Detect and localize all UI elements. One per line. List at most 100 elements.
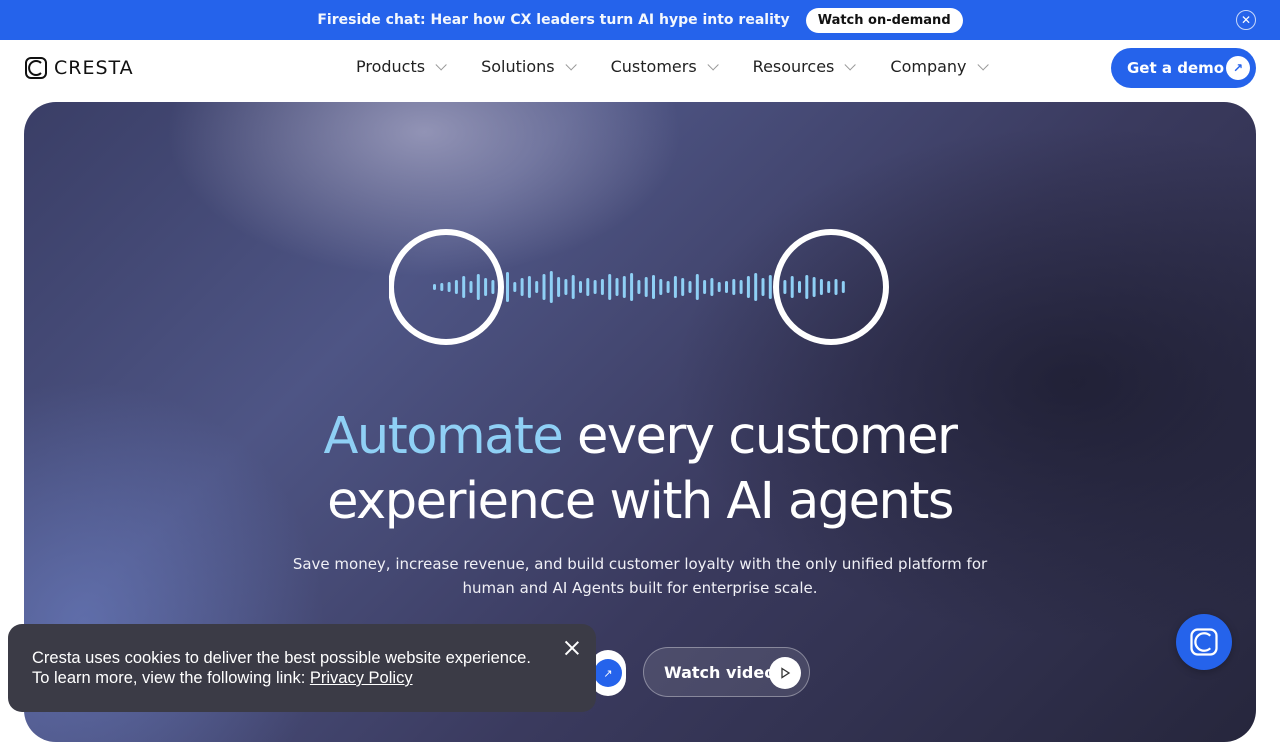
menu-item-customers[interactable]: Customers (610, 57, 719, 76)
waveform-bar (484, 278, 488, 296)
waveform-bar (586, 278, 590, 296)
chevron-down-icon (435, 58, 447, 71)
waveform-bar (542, 274, 546, 300)
waveform-bar (841, 281, 845, 293)
menu-item-solutions[interactable]: Solutions (481, 57, 577, 76)
waveform-bar (630, 273, 634, 301)
waveform-bar (593, 280, 597, 294)
menu-label: Customers (610, 57, 697, 76)
waveform-bar (805, 275, 809, 299)
menu-item-resources[interactable]: Resources (752, 57, 857, 76)
chevron-down-icon (707, 58, 719, 71)
waveform-bar (608, 274, 612, 300)
hero-headline-line1: Automate every customer (24, 407, 1256, 466)
subtitle-line1: Save money, increase revenue, and build … (292, 555, 988, 573)
waveform-bar (615, 278, 619, 296)
arrow-up-right-icon: ↗ (1226, 56, 1250, 80)
waveform-bar (557, 277, 561, 297)
waveform-bar (819, 279, 823, 295)
waveform-bar (739, 280, 743, 294)
waveform-bar (535, 281, 539, 293)
waveform-bar (462, 276, 466, 298)
menu-label: Solutions (481, 57, 555, 76)
waveform-bar (666, 281, 670, 293)
waveform-bar (622, 276, 626, 298)
waveform-bar (812, 277, 816, 297)
watch-video-label: Watch video (664, 662, 776, 682)
hero-headline-line2: experience with AI agents (327, 472, 954, 531)
waveform-bar (834, 279, 838, 295)
waveform-bar (549, 271, 553, 303)
waveform-bar (790, 276, 794, 298)
waveform-bar (695, 274, 699, 300)
waveform-bar (761, 278, 765, 296)
cookie-text: Cresta uses cookies to deliver the best … (32, 649, 531, 687)
arrow-up-right-icon: ↗ (594, 659, 622, 687)
get-a-demo-button[interactable]: Get a demo ↗ (1111, 48, 1256, 88)
waveform-bar (433, 284, 436, 290)
waveform-bar (673, 276, 677, 298)
waveform-bar (579, 281, 582, 293)
menu-label: Resources (752, 57, 835, 76)
waveform-bar (725, 281, 728, 293)
waveform-bar (440, 283, 444, 291)
logo[interactable]: CRESTA (24, 56, 134, 80)
waveform-bar (513, 282, 517, 292)
headline-rest: every customer (562, 407, 958, 466)
waveform-bar (710, 278, 714, 296)
chevron-down-icon (844, 58, 857, 71)
waveform-bar (754, 273, 758, 301)
banner-text: Fireside chat: Hear how CX leaders turn … (317, 12, 790, 28)
top-nav: CRESTA Products Solutions Customers Reso… (0, 40, 1280, 102)
waveform-bar (717, 282, 721, 292)
waveform-bar (476, 274, 480, 300)
chat-button[interactable] (1176, 614, 1232, 670)
waveform-bar (564, 279, 568, 295)
logo-text: CRESTA (54, 57, 134, 79)
chevron-down-icon (565, 58, 577, 71)
waveform-bar (783, 280, 787, 294)
main-menu: Products Solutions Customers Resources C… (356, 57, 1023, 76)
play-icon (769, 657, 801, 689)
waveform-bar (746, 276, 750, 298)
cresta-logo-icon (25, 57, 47, 79)
waveform-bar (454, 280, 458, 294)
headline-accent: Automate (323, 407, 564, 466)
voice-waveform-icon (389, 229, 889, 345)
menu-label: Company (890, 57, 967, 76)
waveform-bar (520, 278, 524, 296)
cresta-chat-icon (1190, 628, 1218, 656)
waveform-bar (571, 275, 575, 299)
subtitle-line2: human and AI Agents built for enterprise… (462, 579, 818, 597)
menu-label: Products (356, 57, 426, 76)
waveform-bar (681, 278, 685, 296)
watch-on-demand-button[interactable]: Watch on-demand (805, 7, 963, 33)
cookie-notice: Cresta uses cookies to deliver the best … (8, 624, 596, 712)
waveform-bar (600, 279, 604, 295)
announcement-banner: Fireside chat: Hear how CX leaders turn … (0, 0, 1280, 40)
waveform-bar (688, 281, 692, 293)
waveform-bar (798, 281, 801, 293)
waveform-bar (447, 282, 451, 292)
waveform-bar (527, 276, 531, 298)
hero-subtitle: Save money, increase revenue, and build … (24, 552, 1256, 600)
get-a-demo-label: Get a demo (1127, 59, 1225, 77)
waveform-bar (703, 280, 707, 294)
close-icon[interactable]: ✕ (1236, 10, 1256, 30)
waveform-bar (652, 275, 655, 299)
menu-item-company[interactable]: Company (890, 57, 989, 76)
chevron-down-icon (976, 58, 989, 71)
waveform-bar (637, 280, 641, 294)
waveform-bar (827, 281, 831, 293)
waveform-bar (732, 279, 736, 295)
privacy-policy-link[interactable]: Privacy Policy (310, 669, 413, 687)
waveform-bar (469, 281, 473, 293)
waveform-bar (768, 275, 772, 299)
watch-video-button[interactable]: Watch video (643, 647, 810, 697)
waveform-bar (491, 280, 495, 294)
waveform-bar (644, 277, 648, 297)
waveform-bar (506, 272, 509, 302)
waveform-bar (659, 279, 663, 295)
menu-item-products[interactable]: Products (356, 57, 447, 76)
close-icon[interactable] (564, 640, 580, 656)
